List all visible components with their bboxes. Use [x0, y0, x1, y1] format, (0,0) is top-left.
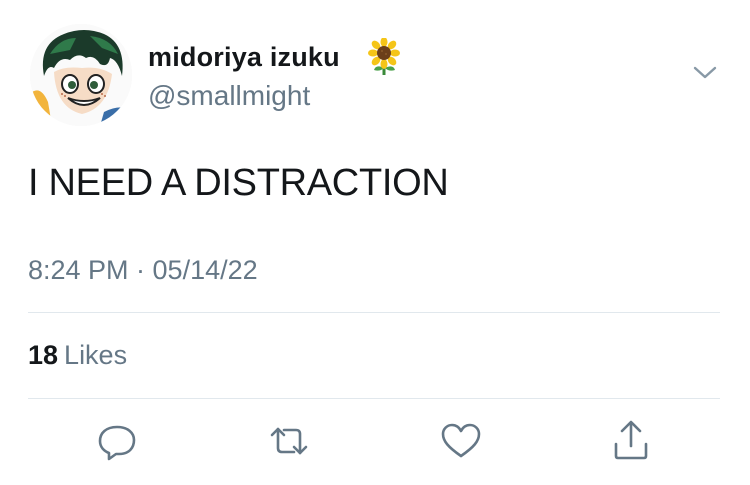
chevron-down-icon[interactable]	[690, 62, 720, 84]
tweet-timestamp[interactable]: 8:24 PM · 05/14/22	[28, 255, 258, 286]
like-icon[interactable]	[436, 418, 486, 464]
likes-summary[interactable]: 18 Likes	[28, 340, 127, 371]
retweet-icon[interactable]	[264, 418, 314, 464]
reply-icon[interactable]	[92, 418, 142, 464]
avatar-image	[30, 24, 132, 126]
avatar[interactable]	[30, 24, 132, 126]
divider	[28, 398, 720, 399]
user-handle[interactable]: @smallmight	[148, 80, 310, 112]
divider	[28, 312, 720, 313]
likes-count: 18	[28, 340, 59, 370]
display-name[interactable]: midoriya izuku	[148, 42, 340, 73]
likes-label: Likes	[64, 340, 128, 370]
sunflower-emoji-icon	[366, 37, 404, 76]
share-icon[interactable]	[606, 418, 656, 464]
tweet-text: I NEED A DISTRACTION	[28, 162, 449, 204]
